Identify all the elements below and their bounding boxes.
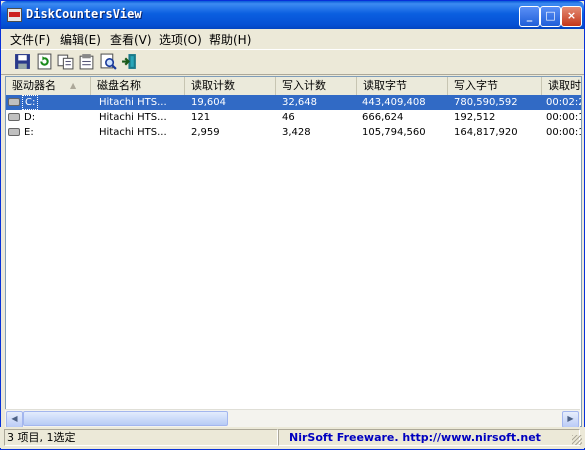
write-bytes-cell: 192,512	[454, 112, 496, 123]
title-bar[interactable]: DiskCountersView _ □ ×	[1, 1, 584, 29]
close-button[interactable]: ×	[561, 6, 582, 27]
write-bytes-cell: 164,817,920	[454, 127, 518, 138]
properties-icon[interactable]	[78, 53, 95, 70]
app-window: DiskCountersView _ □ × 文件(F) 编辑(E) 查看(V)…	[0, 0, 585, 450]
scroll-right-button[interactable]: ▶	[562, 411, 579, 428]
read-bytes-cell: 666,624	[362, 112, 404, 123]
status-item-count: 3 项目, 1选定	[4, 429, 278, 446]
disk-list[interactable]: 驱动器名 ▲ 磁盘名称 读取计数 写入计数 读取字节 写入字节 读取时 C: Hi…	[5, 76, 582, 427]
copy-icon[interactable]	[57, 53, 74, 70]
disk-cell: Hitachi HTS...	[99, 127, 167, 138]
save-icon[interactable]	[14, 53, 31, 70]
disk-cell: Hitachi HTS...	[99, 112, 167, 123]
status-bar: 3 项目, 1选定 NirSoft Freeware. http://www.n…	[0, 427, 585, 448]
read-count-cell: 19,604	[191, 97, 226, 108]
drive-icon	[8, 128, 20, 136]
refresh-icon[interactable]	[36, 53, 53, 70]
read-time-cell: 00:00:1	[546, 112, 581, 123]
menu-file[interactable]: 文件(F)	[10, 31, 50, 48]
column-drive-label: 驱动器名	[12, 79, 56, 92]
table-row[interactable]: C: Hitachi HTS... 19,604 32,648 443,409,…	[6, 95, 581, 110]
horizontal-scrollbar[interactable]: ◀ ▶	[5, 409, 580, 428]
table-row[interactable]: D: Hitachi HTS... 121 46 666,624 192,512…	[6, 110, 581, 125]
menu-help[interactable]: 帮助(H)	[209, 31, 251, 48]
menu-edit[interactable]: 编辑(E)	[60, 31, 101, 48]
read-time-cell: 00:02:2	[546, 97, 581, 108]
read-time-cell: 00:00:1	[546, 127, 581, 138]
resize-grip-icon[interactable]	[572, 435, 582, 445]
column-drive[interactable]: 驱动器名 ▲	[6, 77, 91, 95]
menu-view[interactable]: 查看(V)	[110, 31, 152, 48]
column-disk-name[interactable]: 磁盘名称	[91, 77, 185, 95]
drive-cell: D:	[24, 112, 36, 123]
drive-cell: E:	[24, 127, 34, 138]
toolbar	[1, 49, 584, 75]
write-count-cell: 3,428	[282, 127, 311, 138]
menu-options[interactable]: 选项(O)	[159, 31, 202, 48]
table-row[interactable]: E: Hitachi HTS... 2,959 3,428 105,794,56…	[6, 125, 581, 140]
scroll-thumb[interactable]	[23, 411, 228, 426]
column-read-count[interactable]: 读取计数	[185, 77, 276, 95]
app-icon	[7, 8, 22, 22]
column-read-time[interactable]: 读取时	[542, 77, 581, 95]
list-header: 驱动器名 ▲ 磁盘名称 读取计数 写入计数 读取字节 写入字节 读取时	[6, 77, 581, 96]
read-bytes-cell: 105,794,560	[362, 127, 426, 138]
write-count-cell: 46	[282, 112, 295, 123]
disk-cell: Hitachi HTS...	[99, 97, 167, 108]
minimize-button[interactable]: _	[519, 6, 540, 27]
column-write-bytes[interactable]: 写入字节	[448, 77, 542, 95]
column-read-bytes[interactable]: 读取字节	[357, 77, 448, 95]
drive-icon	[8, 113, 20, 121]
drive-cell: C:	[22, 95, 39, 110]
write-count-cell: 32,648	[282, 97, 317, 108]
write-bytes-cell: 780,590,592	[454, 97, 518, 108]
column-write-count[interactable]: 写入计数	[276, 77, 357, 95]
nirsoft-link[interactable]: NirSoft Freeware. http://www.nirsoft.net	[278, 429, 580, 446]
read-count-cell: 2,959	[191, 127, 220, 138]
sort-arrow-icon: ▲	[70, 81, 77, 90]
window-title: DiskCountersView	[26, 7, 142, 21]
maximize-button[interactable]: □	[540, 6, 561, 27]
exit-icon[interactable]	[121, 53, 138, 70]
read-bytes-cell: 443,409,408	[362, 97, 426, 108]
find-icon[interactable]	[100, 53, 117, 70]
menu-bar: 文件(F) 编辑(E) 查看(V) 选项(O) 帮助(H)	[1, 29, 584, 48]
scroll-left-button[interactable]: ◀	[6, 411, 23, 428]
read-count-cell: 121	[191, 112, 211, 123]
drive-icon	[8, 98, 20, 106]
